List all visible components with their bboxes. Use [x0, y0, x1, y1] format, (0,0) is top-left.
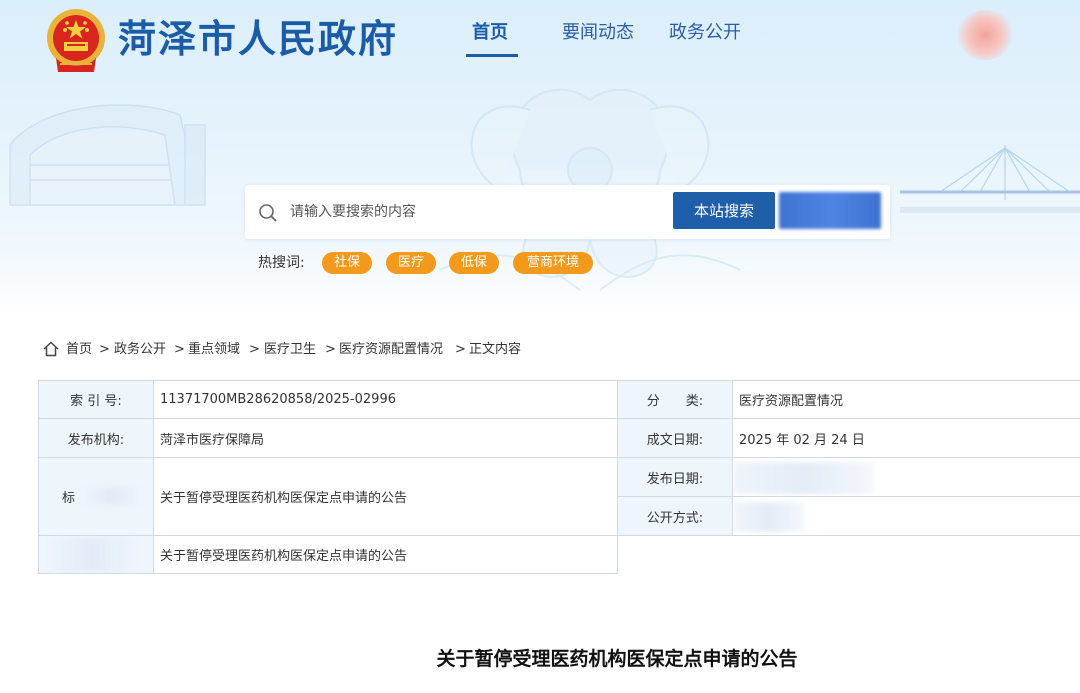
written-date-label: 成文日期:: [617, 418, 733, 458]
hot-search-label: 热搜词:: [258, 255, 305, 271]
bridge-decoration-icon: [900, 145, 1080, 213]
redacted-subject-label: [50, 538, 136, 572]
redacted-publish-date: [734, 462, 874, 494]
open-method-label: 公开方式:: [617, 496, 733, 536]
stadium-decoration-icon: [9, 104, 206, 206]
index-number-value: 11371700MB28620858/2025-02996: [153, 380, 618, 419]
breadcrumb-home[interactable]: 首页: [66, 341, 92, 359]
nav-item-news[interactable]: 要闻动态: [562, 18, 634, 48]
secondary-search-button[interactable]: [779, 192, 881, 229]
search-input[interactable]: [290, 198, 660, 226]
title-value: 关于暂停受理医药机构医保定点申请的公告: [153, 457, 618, 536]
redacted-label-text: [82, 487, 142, 505]
site-search-button[interactable]: 本站搜索: [673, 192, 775, 229]
index-number-label: 索 引 号:: [38, 380, 154, 419]
hot-tag-low-income[interactable]: 低保: [449, 252, 499, 274]
search-icon: [259, 204, 277, 222]
breadcrumb-medical-health[interactable]: 医疗卫生: [264, 341, 316, 359]
breadcrumb-separator: >: [249, 342, 260, 357]
nav-item-government-affairs[interactable]: 政务公开: [669, 18, 741, 48]
hot-tag-social-security[interactable]: 社保: [322, 252, 372, 274]
home-icon: [43, 341, 59, 357]
category-value: 医疗资源配置情况: [732, 380, 1080, 419]
nav-item-home[interactable]: 首页: [472, 18, 508, 48]
breadcrumb-key-areas[interactable]: 重点领域: [188, 341, 240, 359]
hot-tag-medical[interactable]: 医疗: [386, 252, 436, 274]
sun-decoration-icon: [955, 10, 1015, 60]
publish-date-label: 发布日期:: [617, 457, 733, 497]
hot-tag-business-environment[interactable]: 营商环境: [513, 252, 593, 274]
publishing-org-value: 菏泽市医疗保障局: [153, 418, 618, 458]
title-label-text: 标: [62, 491, 76, 506]
article-title: 关于暂停受理医药机构医保定点申请的公告: [436, 648, 798, 670]
header-banner: 菏泽市人民政府 首页 要闻动态 政务公开 本站搜索 热搜词: 社保 医疗 低保 …: [0, 0, 1080, 315]
breadcrumb-separator: >: [174, 342, 185, 357]
breadcrumb-medical-resources[interactable]: 医疗资源配置情况: [339, 341, 443, 359]
breadcrumb-separator: >: [99, 342, 110, 357]
national-emblem-icon: [47, 9, 105, 72]
site-title: 菏泽市人民政府: [118, 17, 399, 61]
breadcrumb-separator: >: [325, 342, 336, 357]
redacted-open-method: [734, 502, 804, 532]
subject-value: 关于暂停受理医药机构医保定点申请的公告: [153, 535, 618, 574]
breadcrumb-separator: >: [455, 342, 466, 357]
breadcrumb-current: 正文内容: [469, 342, 522, 357]
nav-active-underline: [466, 54, 518, 57]
breadcrumb-government-affairs[interactable]: 政务公开: [114, 341, 166, 359]
publishing-org-label: 发布机构:: [38, 418, 154, 458]
written-date-value: 2025 年 02 月 24 日: [732, 418, 1080, 458]
category-label: 分 类:: [617, 380, 733, 419]
